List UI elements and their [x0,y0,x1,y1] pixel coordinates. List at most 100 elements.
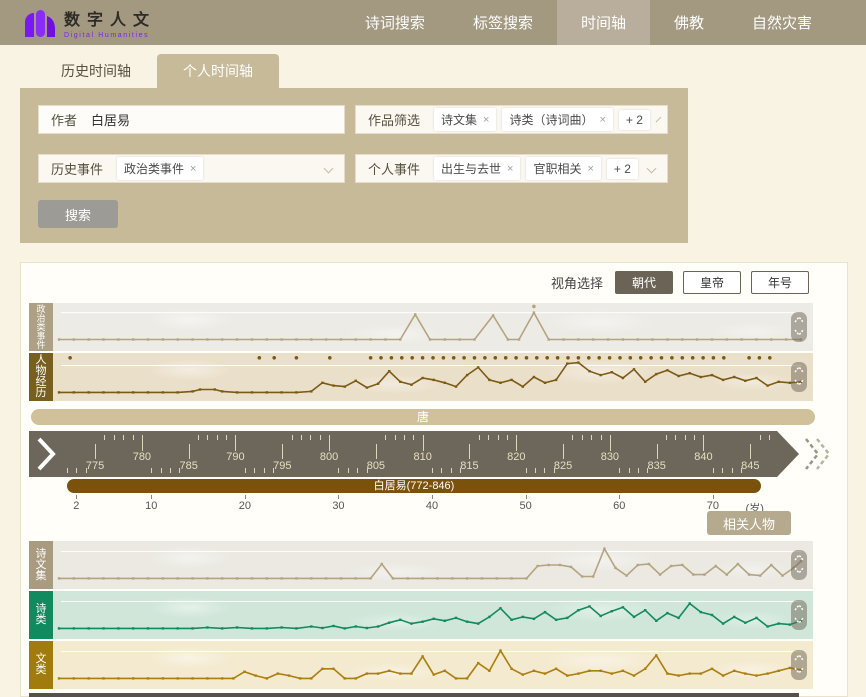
year-ruler[interactable]: 7757807857907958008058108158208258308358… [29,431,799,477]
year-label: 805 [367,460,385,472]
age-tick [432,495,433,499]
year-tick-minor [479,435,480,440]
remove-tag-icon[interactable]: × [190,163,196,175]
remove-tag-icon[interactable]: × [599,114,605,126]
view-button-年号[interactable]: 年号 [751,271,809,294]
year-tick-minor [685,435,686,440]
work-charts: 诗文集诗类文类 [29,541,815,689]
chart-row-shiwenji: 诗文集 [29,541,815,589]
works-filter-chips: 诗文集× 诗类（诗词曲） × + 2 [434,108,650,131]
filter-tag[interactable]: 诗类（诗词曲） × [502,108,612,131]
view-button-皇帝[interactable]: 皇帝 [683,271,741,294]
nav-item-自然灾害[interactable]: 自然灾害 [728,0,836,45]
year-label: 775 [86,460,104,472]
year-label: 820 [507,451,525,463]
year-tick-minor [310,435,311,440]
search-button[interactable]: 搜索 [38,200,118,228]
age-tick [619,495,620,499]
year-tick-major [235,435,236,451]
more-tags-chip[interactable]: + 2 [619,110,650,130]
chart-resize-handle[interactable] [791,362,807,392]
nav-item-诗词搜索[interactable]: 诗词搜索 [341,0,449,45]
timeline-chart-panel: 视角选择 朝代皇帝年号 政治类事件人物经历 唐 7757807857907958… [20,262,848,697]
author-label: 作者 [51,110,77,129]
age-label: 2 [73,500,79,512]
more-tags-chip[interactable]: + 2 [607,159,638,179]
year-tick-minor [123,435,124,440]
nav-item-佛教[interactable]: 佛教 [650,0,728,45]
tab-个人时间轴[interactable]: 个人时间轴 [157,54,279,88]
year-tick-major [610,435,611,451]
works-filter-select[interactable]: 作品筛选 诗文集×诗类（诗词曲）×+ 2 [355,105,668,134]
year-label: 840 [694,451,712,463]
chart-plot-political-events [53,303,813,351]
logo-title: 数字人文 [64,6,156,30]
chart-resize-handle[interactable] [791,600,807,630]
personal-event-select[interactable]: 个人事件 出生与去世×官职相关×+ 2 [355,154,668,183]
year-tick-minor [67,468,68,473]
remove-tag-icon[interactable]: × [507,163,513,175]
year-tick-minor [161,468,162,473]
year-tick-minor [198,435,199,440]
year-tick-minor [722,468,723,473]
author-field[interactable]: 作者 白居易 [38,105,345,134]
view-select-row: 视角选择 朝代皇帝年号 [551,271,809,294]
chart-label-life-events: 人物经历 [29,353,53,401]
filter-tag[interactable]: 政治类事件× [117,157,203,180]
year-label: 780 [133,451,151,463]
ruler-scroll-right-icon[interactable] [803,437,833,471]
year-label: 845 [741,460,759,472]
year-tick-minor [732,468,733,473]
age-label: 10 [145,500,157,512]
chart-plot-shilei [53,591,813,639]
filter-tag[interactable]: 官职相关× [526,157,600,180]
year-label: 825 [554,460,572,472]
dynasty-bar[interactable]: 唐 [31,409,815,425]
year-tick-minor [638,468,639,473]
year-tick-minor [591,435,592,440]
filter-tag-label: 出生与去世 [441,160,501,177]
nav-item-时间轴[interactable]: 时间轴 [557,0,650,45]
year-tick-minor [582,435,583,440]
year-tick-minor [760,435,761,440]
nav-item-标签搜索[interactable]: 标签搜索 [449,0,557,45]
chart-resize-handle[interactable] [791,312,807,342]
year-tick-minor [404,435,405,440]
year-tick-major [703,435,704,451]
tab-历史时间轴[interactable]: 历史时间轴 [35,54,157,88]
ruler-scroll-left-icon[interactable] [35,436,57,472]
remove-tag-icon[interactable]: × [587,163,593,175]
year-label: 795 [273,460,291,472]
chevron-down-icon[interactable] [656,117,662,123]
year-tick-minor [245,468,246,473]
year-tick-major [750,444,751,459]
chart-resize-handle[interactable] [791,650,807,680]
chevron-down-icon[interactable] [324,164,334,174]
personal-event-label: 个人事件 [368,159,420,178]
chevron-down-icon[interactable] [647,164,657,174]
year-tick-minor [488,435,489,440]
year-tick-major [423,435,424,451]
year-tick-minor [675,435,676,440]
year-tick-minor [572,435,573,440]
view-button-朝代[interactable]: 朝代 [615,271,673,294]
year-tick-major [142,435,143,451]
year-tick-minor [385,435,386,440]
app-logo: 数字人文 Digital Humanities [0,0,156,45]
filter-tag[interactable]: 出生与去世 × [434,157,520,180]
remove-tag-icon[interactable]: × [483,114,489,126]
history-event-chips: 政治类事件× [117,157,317,180]
year-label: 800 [320,451,338,463]
year-tick-minor [395,435,396,440]
filter-tag-label: 诗类（诗词曲） [509,111,593,128]
person-lifespan-bar: 白居易(772-846) [67,479,761,493]
filter-tag[interactable]: 诗文集× [434,108,496,131]
chart-resize-handle[interactable] [791,550,807,580]
view-select-buttons: 朝代皇帝年号 [615,271,809,294]
history-event-select[interactable]: 历史事件 政治类事件× [38,154,345,183]
filter-panel: 作者 白居易 作品筛选 诗文集×诗类（诗词曲）×+ 2 历史事件 政治类事件× … [20,88,688,243]
year-label: 785 [179,460,197,472]
year-tick-minor [226,435,227,440]
related-persons-button[interactable]: 相关人物 [707,511,791,535]
year-tick-minor [441,468,442,473]
